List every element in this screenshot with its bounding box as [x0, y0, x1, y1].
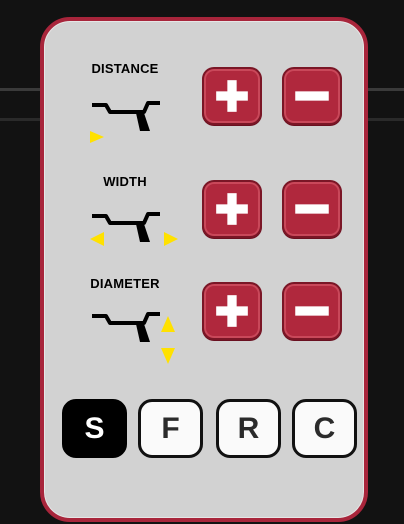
distance-plus-button[interactable] [202, 67, 262, 125]
diameter-plus-button[interactable] [202, 282, 262, 340]
arrow-right-icon [164, 232, 178, 246]
distance-label: DISTANCE [91, 61, 159, 76]
diameter-minus-button[interactable] [282, 282, 342, 340]
minus-icon [295, 204, 329, 214]
s-button[interactable]: S [62, 399, 127, 458]
arrow-down-icon [161, 348, 175, 364]
distance-minus-button[interactable] [282, 67, 342, 125]
width-label: WIDTH [103, 174, 147, 189]
c-button[interactable]: C [292, 399, 357, 458]
minus-icon [295, 306, 329, 316]
distance-wheel-icon [90, 101, 160, 143]
arrow-left-icon [90, 232, 104, 246]
minus-icon [295, 91, 329, 101]
diameter-label: DIAMETER [90, 276, 160, 291]
control-panel: DISTANCE WIDTH DIAMETER S F R C [40, 17, 368, 522]
arrow-right-icon [90, 131, 104, 143]
f-button[interactable]: F [138, 399, 203, 458]
diameter-wheel-icon [92, 312, 175, 364]
width-plus-button[interactable] [202, 180, 262, 238]
width-minus-button[interactable] [282, 180, 342, 238]
arrow-up-icon [161, 316, 175, 332]
r-button[interactable]: R [216, 399, 281, 458]
width-wheel-icon [90, 212, 178, 246]
plus-icon [216, 295, 248, 327]
plus-icon [216, 193, 248, 225]
plus-icon [216, 80, 248, 112]
